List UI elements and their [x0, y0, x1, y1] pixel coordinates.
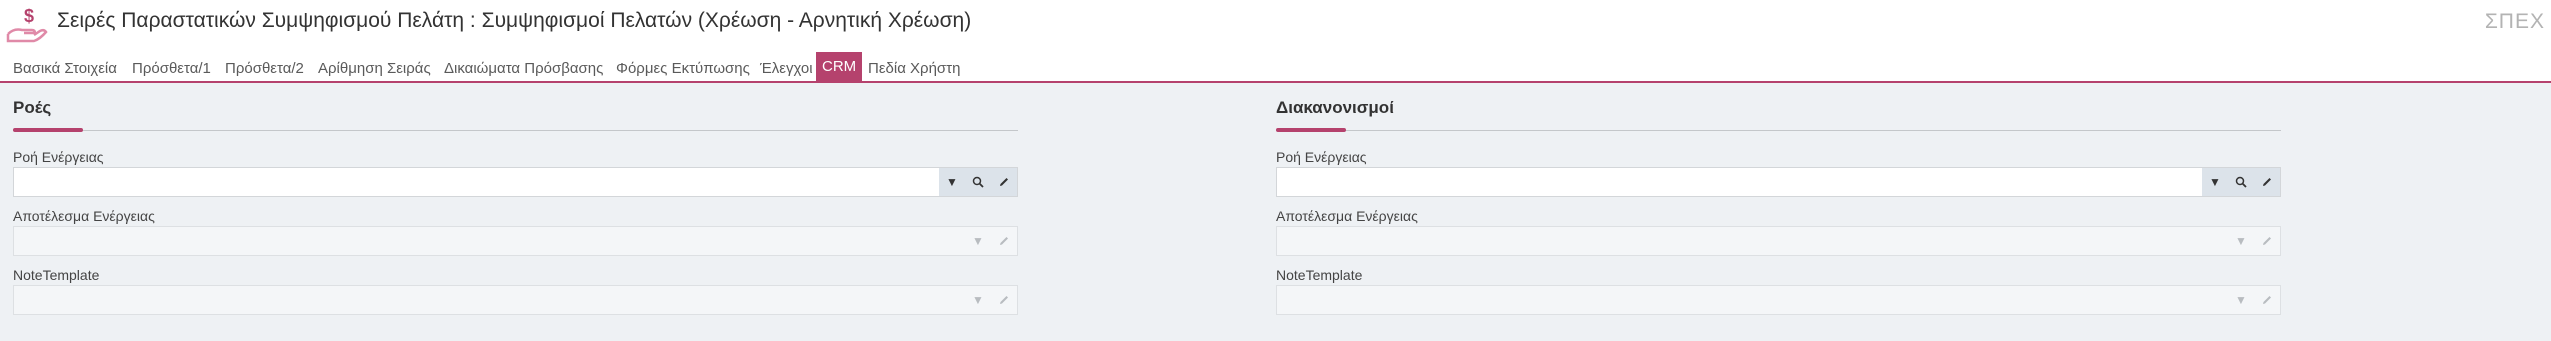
- chevron-down-icon: ▼: [2235, 293, 2247, 307]
- pencil-icon[interactable]: [991, 168, 1017, 196]
- svg-text:$: $: [24, 6, 34, 26]
- pencil-icon: [991, 227, 1017, 255]
- field-label: NoteTemplate: [13, 267, 100, 283]
- tab-series-numbering[interactable]: Αρίθμηση Σειράς: [318, 56, 431, 81]
- tab-checks[interactable]: Έλεγχοι: [760, 56, 813, 81]
- chevron-down-icon: ▼: [972, 293, 984, 307]
- action-flow-field[interactable]: ▼: [13, 167, 1018, 197]
- field-label: Αποτέλεσμα Ενέργειας: [1276, 208, 1418, 224]
- action-result-field: ▼: [1276, 226, 2281, 256]
- tab-print-forms[interactable]: Φόρμες Εκτύπωσης: [616, 56, 750, 81]
- section-title: Διακανονισμοί: [1276, 98, 1394, 117]
- tab-basic-info[interactable]: Βασικά Στοιχεία: [13, 56, 117, 81]
- section-title: Ροές: [13, 98, 52, 117]
- chevron-down-icon[interactable]: ▼: [939, 168, 965, 196]
- section-accent: [1276, 128, 1346, 132]
- pencil-icon: [2254, 286, 2280, 314]
- section-divider: [13, 130, 1018, 131]
- section-divider: [1276, 130, 2281, 131]
- field-label: Ροή Ενέργειας: [1276, 149, 1367, 165]
- header: $ Σειρές Παραστατικών Συμψηφισμού Πελάτη…: [0, 0, 2551, 52]
- tab-bar: Βασικά Στοιχεία Πρόσθετα/1 Πρόσθετα/2 Αρ…: [0, 52, 2551, 83]
- hand-money-icon: $: [6, 4, 48, 44]
- tab-access-rights[interactable]: Δικαιώματα Πρόσβασης: [444, 56, 603, 81]
- pencil-icon: [2254, 227, 2280, 255]
- field-label: NoteTemplate: [1276, 267, 1363, 283]
- page-title: Σειρές Παραστατικών Συμψηφισμού Πελάτη :…: [57, 9, 972, 32]
- section-accent: [13, 128, 83, 132]
- action-result-field: ▼: [13, 226, 1018, 256]
- pencil-icon[interactable]: [2254, 168, 2280, 196]
- search-icon[interactable]: [965, 168, 991, 196]
- action-flow-field[interactable]: ▼: [1276, 167, 2281, 197]
- note-template-field: ▼: [1276, 285, 2281, 315]
- search-icon[interactable]: [2228, 168, 2254, 196]
- tab-user-fields[interactable]: Πεδία Χρήστη: [868, 56, 960, 81]
- field-label: Ροή Ενέργειας: [13, 149, 104, 165]
- chevron-down-icon: ▼: [2235, 234, 2247, 248]
- note-template-field: ▼: [13, 285, 1018, 315]
- tab-additional-2[interactable]: Πρόσθετα/2: [225, 56, 304, 81]
- series-code: ΣΠΕΧ: [2484, 10, 2545, 33]
- chevron-down-icon[interactable]: ▼: [2202, 168, 2228, 196]
- pencil-icon: [991, 286, 1017, 314]
- tab-crm[interactable]: CRM: [816, 52, 863, 81]
- field-label: Αποτέλεσμα Ενέργειας: [13, 208, 155, 224]
- tab-additional-1[interactable]: Πρόσθετα/1: [132, 56, 211, 81]
- chevron-down-icon: ▼: [972, 234, 984, 248]
